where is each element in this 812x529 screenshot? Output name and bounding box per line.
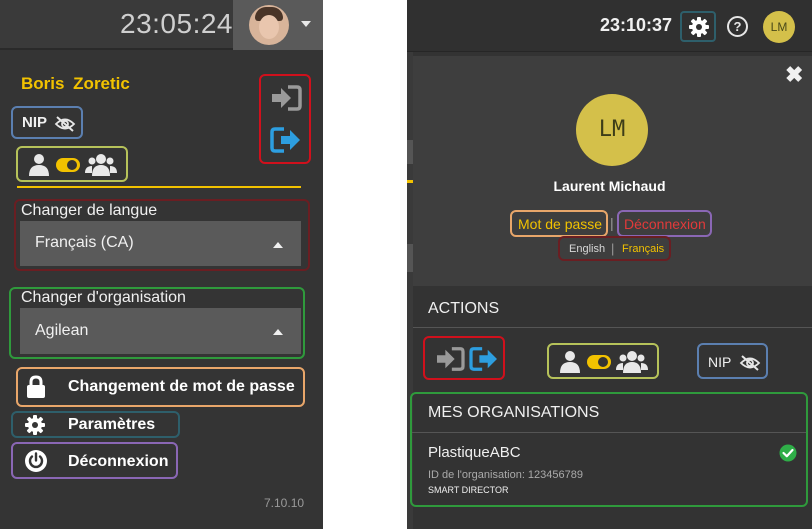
organisation-value: Agilean — [35, 322, 89, 339]
users-icon — [616, 351, 648, 373]
logout-link-label: Déconnexion — [624, 216, 706, 232]
divider — [413, 327, 812, 328]
help-icon[interactable]: ? — [727, 16, 748, 37]
language-value: Français (CA) — [35, 234, 134, 251]
view-mode-switch[interactable] — [547, 343, 659, 379]
organisations-section: MES ORGANISATIONS PlastiqueABC ID de l'o… — [410, 392, 808, 507]
organisations-heading: MES ORGANISATIONS — [428, 404, 600, 421]
organisation-label: Changer d'organisation — [21, 289, 186, 306]
password-link[interactable]: Mot de passe — [510, 210, 608, 237]
settings-button[interactable] — [680, 11, 716, 42]
top-bar: 23:05:24 — [0, 0, 323, 50]
check-circle-icon — [779, 444, 797, 462]
logout-label: Déconnexion — [68, 453, 169, 470]
nip-label: NIP — [22, 114, 48, 131]
logout-icon[interactable] — [270, 126, 302, 154]
power-icon — [25, 450, 47, 472]
user-icon — [560, 351, 580, 373]
clock: 23:10:37 — [600, 15, 673, 35]
language-label: Changer de langue — [21, 202, 158, 219]
users-icon — [85, 154, 117, 176]
user-icon — [29, 154, 49, 176]
login-icon[interactable] — [270, 84, 302, 112]
language-switcher: English | Français — [558, 236, 671, 261]
organisation-role: SMART DIRECTOR — [428, 485, 509, 495]
eye-slash-icon — [54, 116, 76, 132]
user-name: Boris Zoretic — [21, 74, 130, 93]
gear-icon — [689, 17, 709, 37]
avatar[interactable]: LM — [763, 11, 795, 43]
session-actions — [423, 336, 505, 380]
organisation-id: ID de l'organisation: 123456789 — [428, 469, 583, 481]
close-icon[interactable]: ✖ — [785, 64, 803, 86]
divider — [412, 432, 806, 433]
caret-up-icon — [273, 329, 283, 335]
actions-heading: ACTIONS — [428, 300, 500, 317]
eye-slash-icon — [739, 355, 761, 371]
separator: | — [611, 241, 615, 256]
change-password-label: Changement de mot de passe — [68, 378, 295, 395]
language-select[interactable]: Français (CA) — [20, 221, 301, 266]
right-user-menu-panel: 23:10:37 ? LM ✖ LM Laurent Michaud Mot d… — [407, 0, 812, 529]
login-icon[interactable] — [435, 346, 465, 372]
profile-avatar: LM — [576, 94, 648, 166]
settings-label: Paramètres — [68, 416, 156, 433]
caret-up-icon — [273, 242, 283, 248]
nip-toggle-button[interactable]: NIP — [11, 106, 83, 139]
change-password-button[interactable]: Changement de mot de passe — [16, 367, 305, 407]
toggle-icon[interactable] — [587, 355, 611, 369]
view-mode-switch[interactable] — [16, 146, 128, 182]
password-link-label: Mot de passe — [518, 216, 603, 232]
nip-toggle-button[interactable]: NIP — [697, 343, 768, 379]
top-bar: 23:10:37 ? LM — [407, 0, 812, 52]
chevron-down-icon — [301, 21, 311, 27]
organisation-name[interactable]: PlastiqueABC — [428, 444, 521, 461]
settings-button[interactable]: Paramètres — [11, 411, 180, 438]
session-actions — [259, 74, 311, 164]
profile-name: Laurent Michaud — [553, 178, 666, 194]
lock-icon — [27, 375, 45, 398]
avatar — [249, 5, 289, 45]
toggle-icon[interactable] — [56, 158, 80, 172]
user-menu-toggle[interactable] — [233, 0, 323, 50]
nip-label: NIP — [708, 354, 732, 370]
organisation-select[interactable]: Agilean — [20, 308, 301, 354]
divider — [17, 186, 301, 188]
logout-icon[interactable] — [469, 346, 499, 372]
gear-icon — [25, 415, 45, 435]
clock: 23:05:24 — [120, 8, 233, 39]
separator: | — [610, 215, 614, 231]
left-user-menu-panel: 23:05:24 Boris Zoretic NIP Changer de la… — [0, 0, 323, 529]
logout-button[interactable]: Déconnexion — [11, 442, 178, 479]
version-label: 7.10.10 — [264, 496, 305, 510]
logout-link[interactable]: Déconnexion — [617, 210, 712, 237]
lang-english[interactable]: English — [569, 243, 605, 255]
lang-french[interactable]: Français — [622, 243, 664, 255]
